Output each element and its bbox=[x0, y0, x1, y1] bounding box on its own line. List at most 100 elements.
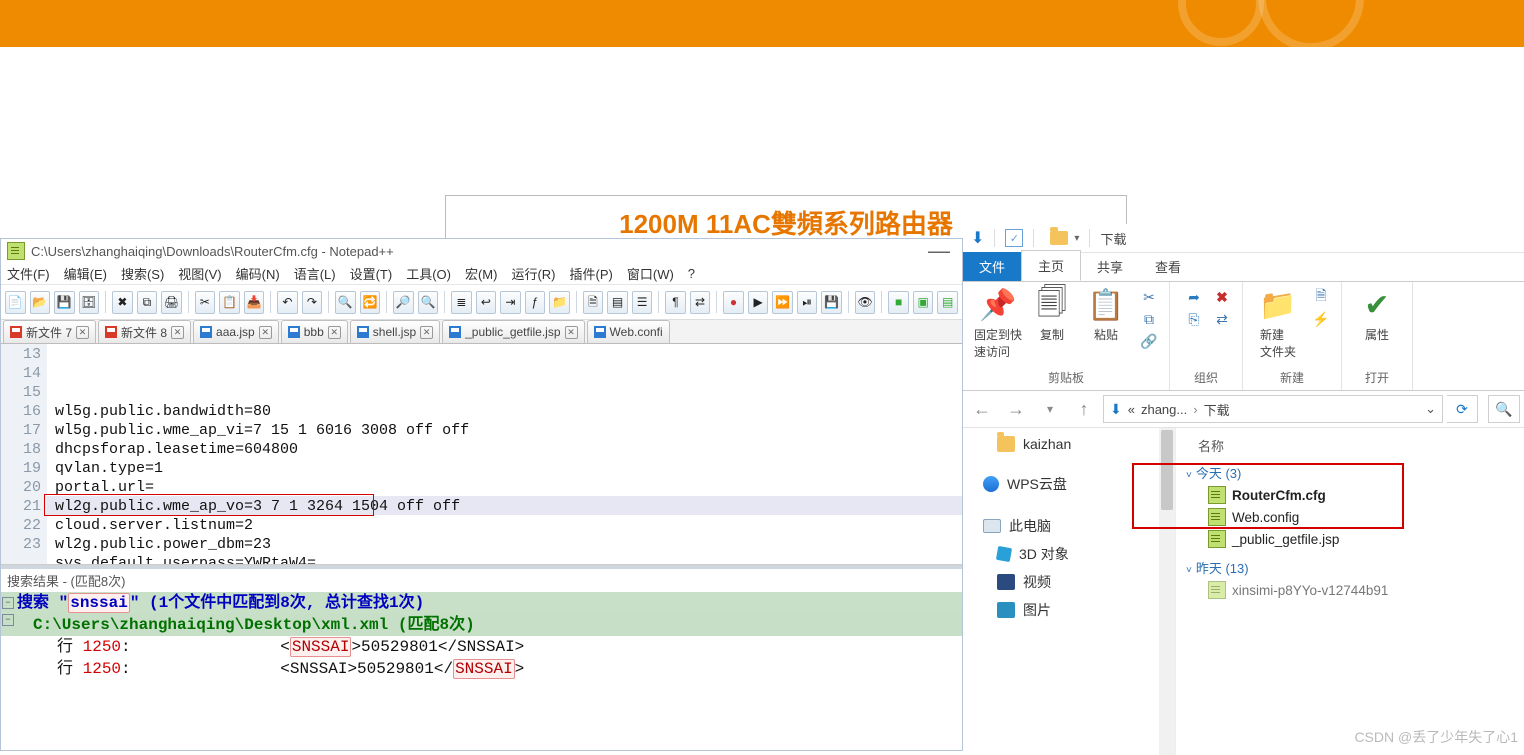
tb-undo-icon[interactable]: ↶ bbox=[277, 291, 298, 314]
tb-macro5-icon[interactable]: 💾 bbox=[821, 291, 842, 314]
tb-saveall-icon[interactable]: 🗄 bbox=[79, 291, 100, 314]
moveto-button[interactable]: ➦ bbox=[1182, 287, 1206, 307]
new-item-button[interactable]: 🗎 bbox=[1309, 287, 1333, 307]
tab-shell[interactable]: shell.jsp✕ bbox=[350, 320, 440, 343]
tb-open-icon[interactable]: 📂 bbox=[30, 291, 51, 314]
file-item-publicgetfile[interactable]: _public_getfile.jsp bbox=[1186, 528, 1524, 550]
tb-g1-icon[interactable]: ■ bbox=[888, 291, 909, 314]
menu-file[interactable]: 文件(F) bbox=[7, 264, 50, 283]
address-bar[interactable]: ⬇ « zhang... › 下载 ⌄ bbox=[1103, 395, 1443, 423]
tb-macro3-icon[interactable]: ⏩ bbox=[772, 291, 793, 314]
ribbon-tab-view[interactable]: 查看 bbox=[1139, 252, 1197, 281]
fold-icon[interactable]: − bbox=[2, 614, 14, 626]
tb-list-icon[interactable]: ☰ bbox=[632, 291, 653, 314]
close-icon[interactable]: ✕ bbox=[76, 326, 89, 339]
chevron-right-icon[interactable]: › bbox=[1193, 402, 1197, 417]
paste-button[interactable]: 📋粘贴 bbox=[1079, 286, 1133, 343]
breadcrumb-part[interactable]: zhang... bbox=[1141, 402, 1187, 417]
search-hit[interactable]: 行 1250: <SNSSAI>50529801</SNSSAI> bbox=[1, 636, 962, 658]
fold-icon[interactable]: − bbox=[2, 597, 14, 609]
search-results[interactable]: − − 搜索 "snssai" (1个文件中匹配到8次, 总计查找1次) C:\… bbox=[1, 592, 962, 680]
tb-indent-icon[interactable]: ⇥ bbox=[500, 291, 521, 314]
search-hit[interactable]: 行 1250: <SNSSAI>50529801</SNSSAI> bbox=[1, 658, 962, 680]
download-arrow-icon[interactable]: ⬇ bbox=[971, 228, 984, 248]
forward-button[interactable]: → bbox=[1001, 395, 1031, 423]
up-button[interactable]: ↑ bbox=[1069, 395, 1099, 423]
menu-edit[interactable]: 编辑(E) bbox=[64, 264, 107, 283]
close-icon[interactable]: ✕ bbox=[420, 326, 433, 339]
search-summary-line[interactable]: 搜索 "snssai" (1个文件中匹配到8次, 总计查找1次) bbox=[1, 592, 962, 614]
close-icon[interactable]: ✕ bbox=[259, 326, 272, 339]
copyto-button[interactable]: ⎘ bbox=[1182, 309, 1206, 329]
tb-hidden-icon[interactable]: ¶ bbox=[665, 291, 686, 314]
qat-check-icon[interactable]: ✓ bbox=[1005, 229, 1023, 247]
delete-button[interactable]: ✖ bbox=[1210, 287, 1234, 307]
files-pane[interactable]: 名称 ˅今天 (3) RouterCfm.cfg Web.config _pub… bbox=[1176, 428, 1524, 755]
close-icon[interactable]: ✕ bbox=[171, 326, 184, 339]
tb-macro-icon[interactable]: ● bbox=[723, 291, 744, 314]
properties-button[interactable]: ✔属性 bbox=[1350, 286, 1404, 343]
copy-path-button[interactable]: ⧉ bbox=[1137, 309, 1161, 329]
menu-settings[interactable]: 设置(T) bbox=[350, 264, 393, 283]
tb-print-icon[interactable]: 🖨 bbox=[161, 291, 182, 314]
menu-window[interactable]: 窗口(W) bbox=[627, 264, 674, 283]
copy-button[interactable]: 🗐复制 bbox=[1025, 286, 1079, 343]
close-icon[interactable]: ✕ bbox=[565, 326, 578, 339]
back-button[interactable]: ← bbox=[967, 395, 997, 423]
cut-button[interactable]: ✂ bbox=[1137, 287, 1161, 307]
tab-newfile8[interactable]: 新文件 8✕ bbox=[98, 320, 191, 343]
menu-language[interactable]: 语言(L) bbox=[294, 264, 336, 283]
breadcrumb-part[interactable]: 下载 bbox=[1204, 400, 1230, 419]
search-button[interactable]: 🔍 bbox=[1488, 395, 1520, 423]
tb-doc-icon[interactable]: 🗎 bbox=[583, 291, 604, 314]
tb-close-icon[interactable]: ✖ bbox=[112, 291, 133, 314]
menu-macro[interactable]: 宏(M) bbox=[465, 264, 498, 283]
tb-indentg-icon[interactable]: ⇄ bbox=[690, 291, 711, 314]
tb-cut-icon[interactable]: ✂ bbox=[195, 291, 216, 314]
pin-button[interactable]: 📌固定到快 速访问 bbox=[971, 286, 1025, 360]
addr-dropdown-icon[interactable]: ⌄ bbox=[1425, 401, 1436, 417]
tab-bbb[interactable]: bbb✕ bbox=[281, 320, 348, 343]
column-header-name[interactable]: 名称 bbox=[1186, 434, 1524, 461]
tb-g2-icon[interactable]: ▣ bbox=[913, 291, 934, 314]
tb-redo-icon[interactable]: ↷ bbox=[302, 291, 323, 314]
tree-item-kaizhan[interactable]: kaizhan bbox=[963, 432, 1175, 456]
search-file-line[interactable]: C:\Users\zhanghaiqing\Desktop\xml.xml (匹… bbox=[1, 614, 962, 636]
tb-wrap-icon[interactable]: ↩ bbox=[476, 291, 497, 314]
npp-editor[interactable]: 1314151617181920212223 wl5g.public.bandw… bbox=[1, 344, 962, 565]
tb-find-icon[interactable]: 🔍 bbox=[335, 291, 356, 314]
tb-func-icon[interactable]: ƒ bbox=[525, 291, 546, 314]
tb-copy-icon[interactable]: 📋 bbox=[219, 291, 240, 314]
tab-publicgetfile[interactable]: _public_getfile.jsp✕ bbox=[442, 320, 584, 343]
npp-titlebar[interactable]: C:\Users\zhanghaiqing\Downloads\RouterCf… bbox=[1, 239, 962, 263]
tab-newfile7[interactable]: 新文件 7✕ bbox=[3, 320, 96, 343]
menu-run[interactable]: 运行(R) bbox=[511, 264, 555, 283]
ribbon-tab-file[interactable]: 文件 bbox=[963, 252, 1021, 281]
menu-plugins[interactable]: 插件(P) bbox=[570, 264, 613, 283]
tree-item-video[interactable]: 视频 bbox=[963, 568, 1175, 596]
tb-folder-icon[interactable]: 📁 bbox=[549, 291, 570, 314]
rename-button[interactable]: ⇄ bbox=[1210, 309, 1234, 329]
tb-save-icon[interactable]: 💾 bbox=[54, 291, 75, 314]
ribbon-tab-home[interactable]: 主页 bbox=[1021, 250, 1081, 281]
tb-eye-icon[interactable]: 👁 bbox=[855, 291, 876, 314]
new-folder-button[interactable]: 📁新建 文件夹 bbox=[1251, 286, 1305, 360]
refresh-button[interactable]: ⟳ bbox=[1447, 395, 1478, 423]
tb-sync-icon[interactable]: ≣ bbox=[451, 291, 472, 314]
tb-replace-icon[interactable]: 🔁 bbox=[360, 291, 381, 314]
tb-macro4-icon[interactable]: ⏯ bbox=[797, 291, 818, 314]
ribbon-tab-share[interactable]: 共享 bbox=[1081, 252, 1139, 281]
recent-button[interactable]: ▾ bbox=[1035, 395, 1065, 423]
tree-item-pictures[interactable]: 图片 bbox=[963, 596, 1175, 624]
tb-map-icon[interactable]: ▤ bbox=[607, 291, 628, 314]
qat-dropdown-icon[interactable]: ▾ bbox=[1074, 233, 1079, 244]
tree-item-3d[interactable]: 3D 对象 bbox=[963, 540, 1175, 568]
easy-access-button[interactable]: ⚡ bbox=[1309, 309, 1333, 329]
menu-encoding[interactable]: 编码(N) bbox=[236, 264, 280, 283]
menu-view[interactable]: 视图(V) bbox=[178, 264, 221, 283]
tab-aaa[interactable]: aaa.jsp✕ bbox=[193, 320, 279, 343]
minimize-icon[interactable]: — bbox=[928, 246, 950, 256]
tb-paste-icon[interactable]: 📥 bbox=[244, 291, 265, 314]
file-item-xinsimi[interactable]: xinsimi-p8YYo-v12744b91 bbox=[1186, 579, 1524, 601]
group-yesterday[interactable]: ˅昨天 (13) bbox=[1186, 556, 1524, 579]
